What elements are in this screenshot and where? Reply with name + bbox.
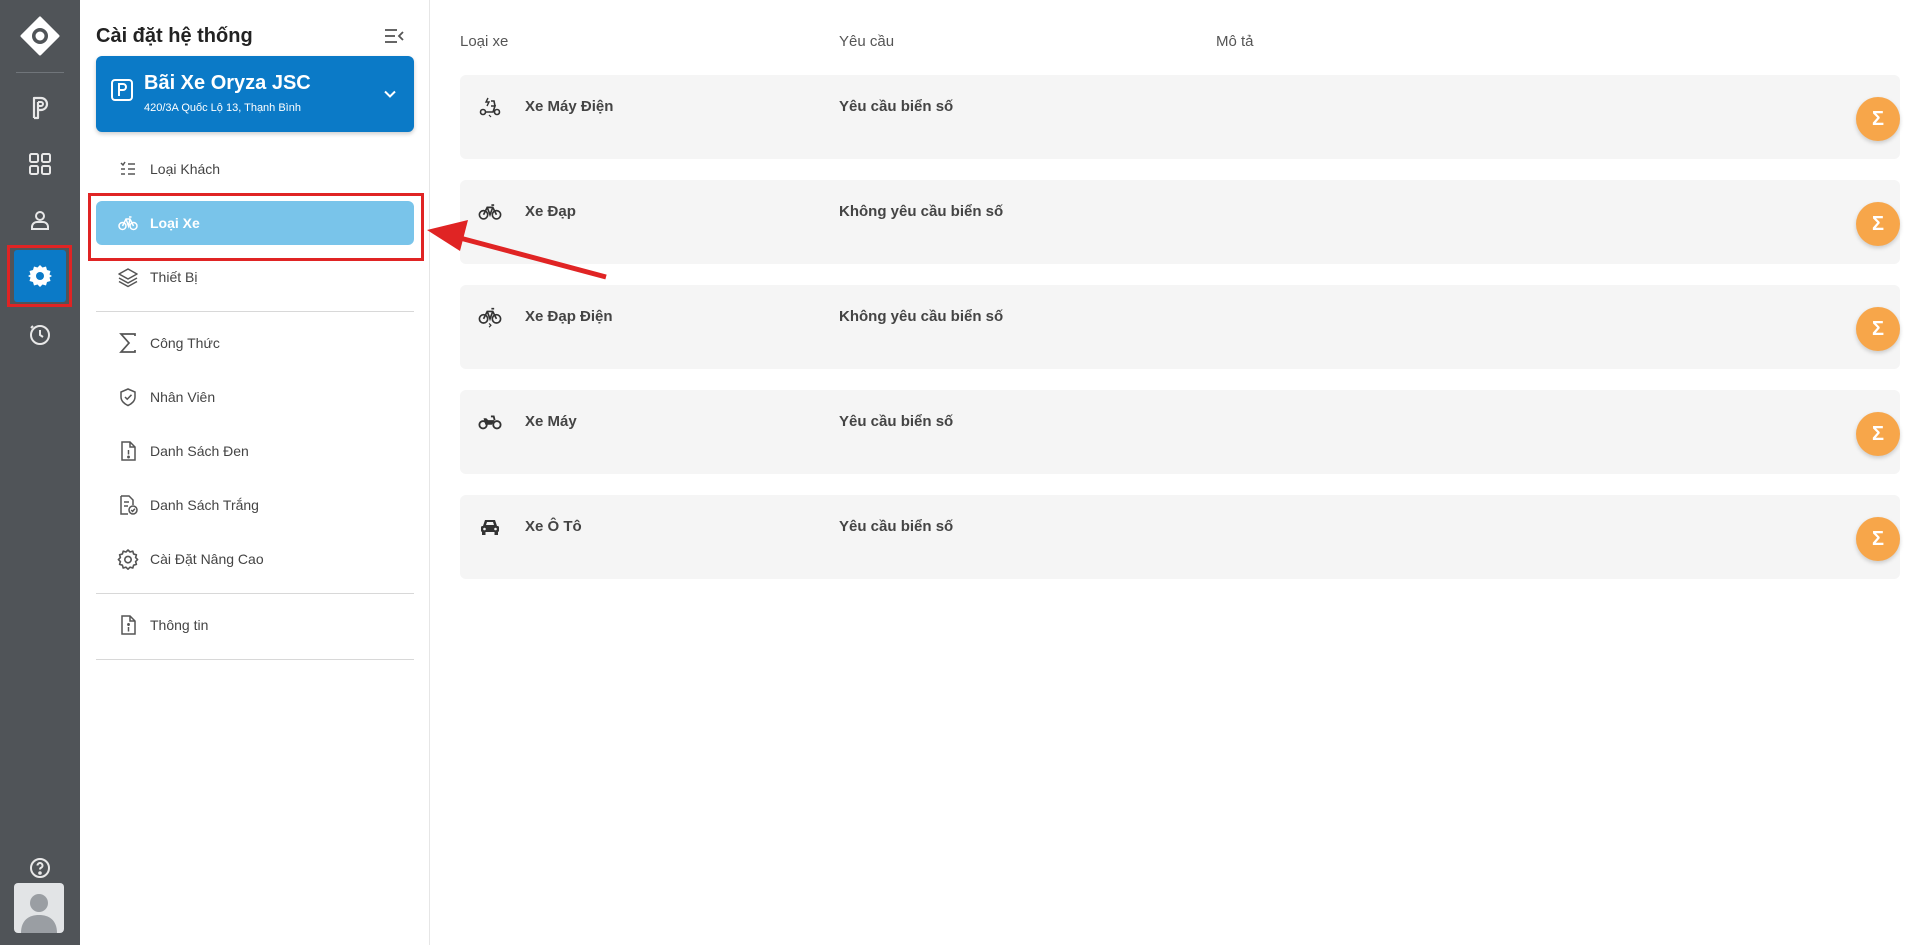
- sidebar-item-label: Cài Đặt Nâng Cao: [150, 551, 264, 567]
- list-icon: [116, 157, 140, 181]
- sidebar-item-label: Danh Sách Trắng: [150, 497, 259, 513]
- layers-icon: [116, 265, 140, 289]
- electric-scooter-icon: [478, 95, 502, 119]
- electric-bicycle-icon: [478, 305, 502, 329]
- avatar[interactable]: [14, 883, 64, 933]
- sidebar-item-nhan-vien[interactable]: Nhân Viên: [96, 375, 414, 419]
- formula-button[interactable]: Σ: [1856, 412, 1900, 456]
- table-row[interactable]: Xe Đạp Điện Không yêu cầu biển số Σ: [460, 285, 1900, 369]
- sidebar-item-label: Thiết Bị: [150, 269, 198, 285]
- parking-lot-name: Bãi Xe Oryza JSC: [144, 72, 311, 94]
- plate-requirement: Yêu cầu biển số: [839, 413, 954, 430]
- sidebar-divider: [96, 311, 414, 312]
- sidebar-item-label: Danh Sách Đen: [150, 443, 249, 459]
- highlight-box-loai-xe: [88, 193, 424, 261]
- formula-button[interactable]: Σ: [1856, 97, 1900, 141]
- parking-icon[interactable]: [20, 88, 60, 128]
- dashboard-grid-icon[interactable]: [20, 144, 60, 184]
- plate-requirement: Yêu cầu biển số: [839, 518, 954, 535]
- vehicle-type-panel: Loại xe Yêu cầu Mô tả Xe Máy Điện Yêu cầ…: [430, 0, 1918, 945]
- table-row[interactable]: Xe Ô Tô Yêu cầu biển số Σ: [460, 495, 1900, 579]
- gear-icon: [116, 547, 140, 571]
- vehicle-name: Xe Đạp Điện: [525, 308, 613, 325]
- motorbike-icon: [478, 410, 502, 434]
- vehicle-name: Xe Ô Tô: [525, 518, 582, 535]
- column-header-requirement: Yêu cầu: [839, 33, 895, 50]
- timer-history-icon[interactable]: [20, 314, 60, 354]
- chevron-down-icon[interactable]: [382, 86, 398, 102]
- bicycle-icon: [478, 200, 502, 224]
- formula-button[interactable]: Σ: [1856, 517, 1900, 561]
- sidebar-item-label: Nhân Viên: [150, 389, 216, 405]
- rail-divider: [16, 72, 64, 73]
- sidebar-item-label: Công Thức: [150, 335, 220, 351]
- parking-lot-selector[interactable]: Bãi Xe Oryza JSC 420/3A Quốc Lộ 13, Thạn…: [96, 56, 414, 132]
- sidebar-item-cai-dat-nang-cao[interactable]: Cài Đặt Nâng Cao: [96, 537, 414, 581]
- icon-rail: [0, 0, 80, 945]
- vehicle-name: Xe Máy: [525, 413, 577, 430]
- sigma-icon: [116, 331, 140, 355]
- sidebar-item-danh-sach-den[interactable]: Danh Sách Đen: [96, 429, 414, 473]
- shield-check-icon: [116, 385, 140, 409]
- sidebar-divider: [96, 593, 414, 594]
- file-alert-icon: [116, 439, 140, 463]
- parking-lot-address: 420/3A Quốc Lộ 13, Thạnh Bình: [144, 102, 301, 114]
- app-logo-icon[interactable]: [20, 16, 60, 56]
- parking-lot-icon: [110, 78, 134, 102]
- column-header-description: Mô tả: [1216, 33, 1254, 50]
- sidebar-item-label: Loại Khách: [150, 161, 221, 177]
- sidebar-item-thiet-bi[interactable]: Thiết Bị: [96, 255, 414, 299]
- formula-button[interactable]: Σ: [1856, 202, 1900, 246]
- vehicle-name: Xe Máy Điện: [525, 98, 614, 115]
- sidebar-divider: [96, 659, 414, 660]
- sidebar-title: Cài đặt hệ thống: [96, 25, 253, 47]
- plate-requirement: Yêu cầu biển số: [839, 98, 954, 115]
- settings-sidebar: Cài đặt hệ thống Bãi Xe Oryza JSC 420/3A…: [80, 0, 430, 945]
- sidebar-item-label: Thông tin: [150, 617, 209, 633]
- help-icon[interactable]: [20, 848, 60, 888]
- table-row[interactable]: Xe Máy Điện Yêu cầu biển số Σ: [460, 75, 1900, 159]
- vehicle-name: Xe Đạp: [525, 203, 576, 220]
- plate-requirement: Không yêu cầu biển số: [839, 308, 1004, 325]
- user-icon[interactable]: [20, 200, 60, 240]
- formula-button[interactable]: Σ: [1856, 307, 1900, 351]
- file-info-icon: [116, 613, 140, 637]
- plate-requirement: Không yêu cầu biển số: [839, 203, 1004, 220]
- sidebar-item-loai-khach[interactable]: Loại Khách: [96, 147, 414, 191]
- sidebar-item-cong-thuc[interactable]: Công Thức: [96, 321, 414, 365]
- table-row[interactable]: Xe Đạp Không yêu cầu biển số Σ: [460, 180, 1900, 264]
- sidebar-item-thong-tin[interactable]: Thông tin: [96, 603, 414, 647]
- car-icon: [478, 515, 502, 539]
- table-row[interactable]: Xe Máy Yêu cầu biển số Σ: [460, 390, 1900, 474]
- highlight-box-settings: [7, 245, 72, 307]
- file-check-icon: [116, 493, 140, 517]
- collapse-sidebar-icon[interactable]: [382, 26, 406, 46]
- sidebar-item-danh-sach-trang[interactable]: Danh Sách Trắng: [96, 483, 414, 527]
- column-header-vehicle-type: Loại xe: [460, 33, 509, 50]
